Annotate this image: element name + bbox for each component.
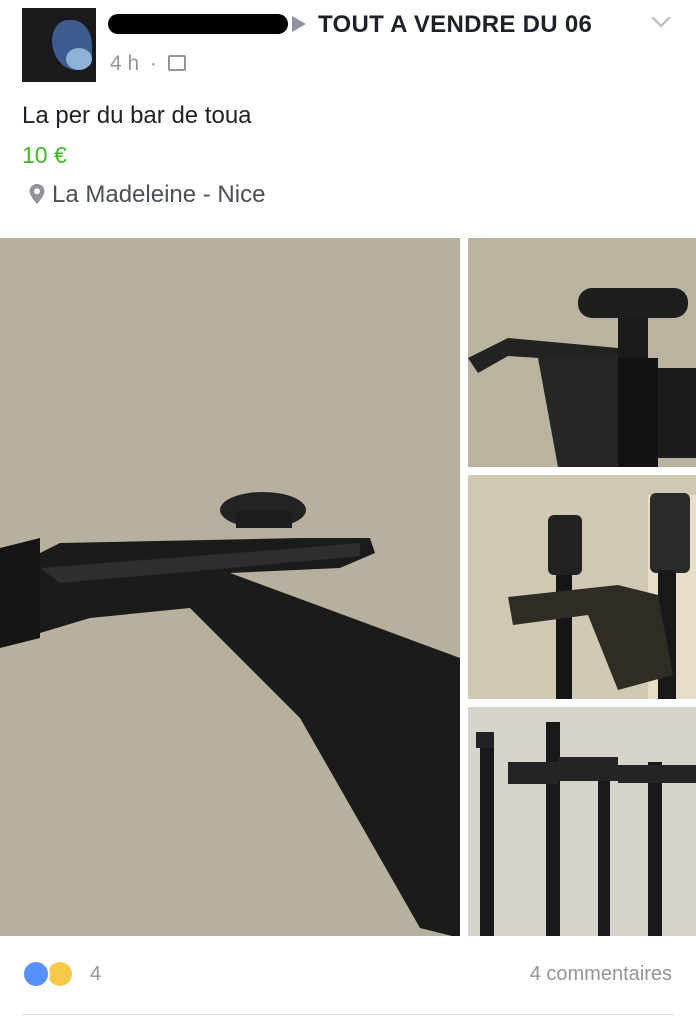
share-arrow-icon [292,16,306,32]
author-avatar[interactable] [22,8,96,82]
group-icon [168,55,186,71]
chevron-down-icon[interactable] [648,12,674,32]
photo-main[interactable] [0,238,460,936]
listing-title: La per du bar de toua [22,102,252,129]
group-name-link[interactable]: TOUT A VENDRE DU 06 [318,11,592,39]
photo-thumb-1[interactable] [468,238,696,467]
like-icon[interactable] [22,960,50,988]
map-pin-icon [29,184,45,204]
photo-thumb-3[interactable] [468,707,696,936]
post-time[interactable]: 4 h [110,52,139,76]
listing-location[interactable]: La Madeleine - Nice [52,181,265,209]
reaction-count[interactable]: 4 [90,963,101,986]
listing-price: 10 € [22,142,67,168]
photo-thumb-2[interactable] [468,475,696,699]
footer-divider [22,1014,674,1015]
meta-separator: · [150,52,157,75]
redacted-author-name [108,14,288,34]
comments-count-link[interactable]: 4 commentaires [530,963,672,986]
haha-icon[interactable] [46,960,74,988]
